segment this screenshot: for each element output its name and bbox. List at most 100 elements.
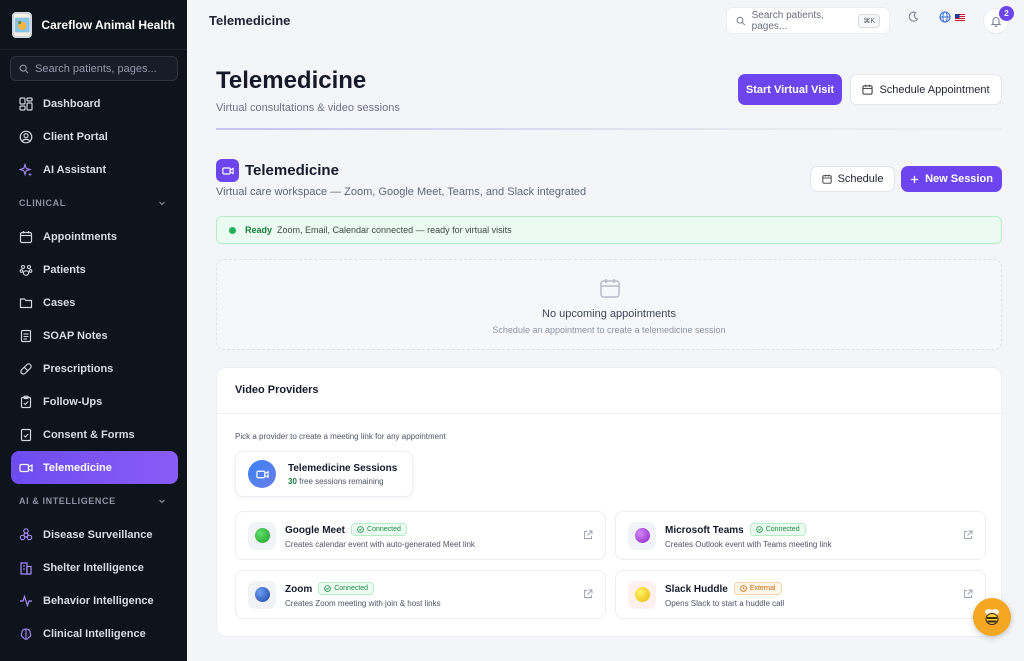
- sidebar-item-label: Telemedicine: [43, 461, 112, 474]
- topbar-title: Telemedicine: [209, 12, 291, 28]
- sidebar-item-prescriptions[interactable]: Prescriptions: [11, 352, 178, 385]
- check-circle-icon: [324, 584, 331, 592]
- sidebar-item-label: Clinical Intelligence: [43, 627, 146, 640]
- form-icon: [20, 428, 32, 441]
- sidebar-search-input[interactable]: Search patients, pages...: [10, 56, 178, 81]
- sessions-count: 30: [288, 476, 297, 486]
- sidebar-item-behavior-intelligence[interactable]: Behavior Intelligence: [11, 584, 178, 617]
- clipboard-icon: [20, 395, 32, 408]
- sparkles-icon: [19, 162, 32, 176]
- provider-microsoft-teams[interactable]: Microsoft Teams Connected Creates Outlook…: [615, 511, 986, 560]
- theme-toggle-button[interactable]: [907, 11, 919, 23]
- sidebar-item-label: Follow-Ups: [43, 395, 103, 408]
- calendar-icon: [600, 279, 620, 298]
- sidebar-item-soap-notes[interactable]: SOAP Notes: [11, 319, 178, 352]
- header-divider: [216, 128, 1002, 130]
- us-flag-icon: [955, 13, 965, 21]
- microsoft-teams-icon: [628, 521, 656, 550]
- moon-icon: [908, 11, 919, 22]
- external-link-icon[interactable]: [963, 589, 973, 599]
- folder-icon: [19, 297, 33, 308]
- video-icon: [19, 463, 33, 472]
- topbar: Telemedicine Search patients, pages... ⌘…: [187, 0, 1024, 40]
- sidebar-item-telemedicine[interactable]: Telemedicine: [11, 451, 178, 484]
- brand[interactable]: Careflow Animal Health: [0, 0, 187, 50]
- sidebar-item-cases[interactable]: Cases: [11, 286, 178, 319]
- sidebar-nav: Dashboard Client Portal AI Assistant CLI…: [0, 87, 187, 650]
- sidebar-item-client-portal[interactable]: Client Portal: [11, 120, 178, 153]
- button-label: Start Virtual Visit: [745, 83, 835, 96]
- sidebar-item-label: Dashboard: [43, 97, 101, 110]
- video-icon: [248, 460, 276, 488]
- sidebar-item-label: Behavior Intelligence: [43, 594, 154, 607]
- sessions-title: Telemedicine Sessions: [288, 462, 398, 474]
- sidebar-item-clinical-intelligence[interactable]: Clinical Intelligence: [11, 617, 178, 650]
- clock-icon: [740, 584, 747, 592]
- notification-count-badge: 2: [999, 6, 1014, 21]
- notifications-button[interactable]: 2: [983, 6, 1014, 34]
- sidebar-item-label: Cases: [43, 296, 76, 309]
- empty-title: No upcoming appointments: [542, 308, 676, 320]
- sidebar-item-ai-assistant[interactable]: AI Assistant: [11, 153, 178, 186]
- sidebar-section-ai[interactable]: AI & INTELLIGENCE: [11, 484, 178, 518]
- sidebar-item-shelter-intelligence[interactable]: Shelter Intelligence: [11, 551, 178, 584]
- assistant-bee-button[interactable]: [973, 598, 1011, 636]
- calendar-icon: [19, 230, 33, 243]
- search-shortcut-hint: ⌘K: [858, 13, 880, 28]
- bee-icon: [985, 609, 999, 625]
- ready-label: Ready: [245, 225, 273, 235]
- schedule-button[interactable]: Schedule: [810, 166, 895, 192]
- pill-icon: [20, 362, 32, 375]
- provider-name: Slack Huddle External: [665, 581, 784, 595]
- button-label: Schedule Appointment: [879, 83, 990, 96]
- sidebar-section-clinical[interactable]: CLINICAL: [11, 186, 178, 220]
- new-session-button[interactable]: New Session: [901, 166, 1002, 192]
- sidebar-item-consent-forms[interactable]: Consent & Forms: [11, 418, 178, 451]
- sidebar-item-disease-surveillance[interactable]: Disease Surveillance: [11, 518, 178, 551]
- external-link-icon[interactable]: [583, 589, 593, 599]
- video-providers-card: Video Providers Pick a provider to creat…: [216, 367, 1002, 637]
- language-button[interactable]: [939, 11, 965, 23]
- sidebar-search-placeholder: Search patients, pages...: [35, 62, 157, 75]
- provider-name: Microsoft Teams Connected: [665, 522, 832, 536]
- external-link-icon[interactable]: [583, 530, 593, 540]
- provider-google-meet[interactable]: Google Meet Connected Creates calendar ev…: [235, 511, 606, 560]
- slack-icon: [628, 580, 656, 609]
- providers-hint: Pick a provider to create a meeting link…: [235, 432, 446, 441]
- video-icon: [216, 159, 239, 182]
- sidebar-item-follow-ups[interactable]: Follow-Ups: [11, 385, 178, 418]
- biohazard-icon: [19, 527, 33, 540]
- sidebar-item-label: Prescriptions: [43, 362, 114, 375]
- provider-name: Zoom Connected: [285, 581, 441, 595]
- sidebar-item-patients[interactable]: Patients: [11, 253, 178, 286]
- sidebar-item-dashboard[interactable]: Dashboard: [11, 87, 178, 120]
- sidebar-item-appointments[interactable]: Appointments: [11, 220, 178, 253]
- button-label: New Session: [925, 173, 993, 185]
- status-badge: Connected: [351, 522, 407, 536]
- paw-icon: [19, 264, 33, 276]
- provider-description: Creates calendar event with auto-generat…: [285, 539, 475, 549]
- google-meet-icon: [248, 521, 276, 550]
- status-badge: Connected: [318, 581, 375, 595]
- sidebar-item-label: Appointments: [43, 230, 117, 243]
- sidebar-item-label: AI Assistant: [43, 163, 107, 176]
- main-content: Telemedicine Virtual consultations & vid…: [216, 60, 1002, 637]
- sidebar-item-label: Patients: [43, 263, 86, 276]
- calendar-icon: [862, 84, 874, 95]
- telemedicine-sessions-quota: Telemedicine Sessions 30 free sessions r…: [235, 451, 413, 497]
- sessions-suffix: free sessions remaining: [299, 476, 384, 486]
- status-badge: External: [733, 581, 782, 595]
- provider-zoom[interactable]: Zoom Connected Creates Zoom meeting with …: [235, 570, 606, 619]
- empty-appointments-state: No upcoming appointments Schedule an app…: [216, 259, 1002, 350]
- status-badge: Connected: [749, 522, 806, 536]
- sidebar-item-label: Disease Surveillance: [43, 528, 153, 541]
- provider-description: Opens Slack to start a huddle call: [665, 598, 785, 608]
- ready-status-banner: Ready Zoom, Email, Calendar connected — …: [216, 216, 1002, 244]
- schedule-appointment-button[interactable]: Schedule Appointment: [850, 74, 1002, 105]
- global-search-input[interactable]: Search patients, pages... ⌘K: [726, 7, 890, 34]
- status-dot: [229, 226, 236, 234]
- button-label: Schedule: [837, 173, 884, 185]
- provider-slack-huddle[interactable]: Slack Huddle External Opens Slack to star…: [615, 570, 986, 619]
- start-virtual-visit-button[interactable]: Start Virtual Visit: [738, 74, 842, 105]
- external-link-icon[interactable]: [963, 530, 973, 540]
